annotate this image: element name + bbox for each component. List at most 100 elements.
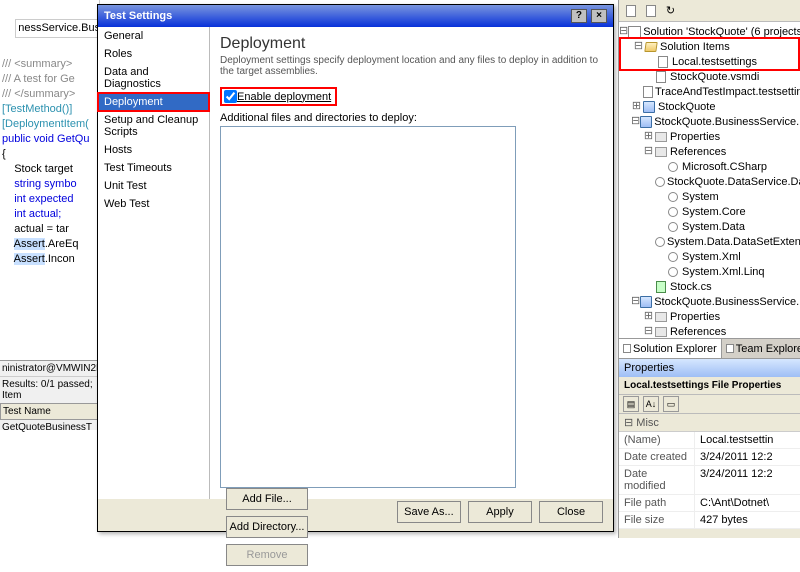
file-icon [654, 70, 668, 83]
property-row[interactable]: (Name)Local.testsettin [619, 432, 800, 449]
help-icon[interactable]: ? [571, 9, 587, 23]
local-testsettings-file[interactable]: Local.testsettings [621, 54, 798, 69]
tree-expander-icon[interactable]: ⊟ [619, 25, 628, 39]
tab-solution-explorer[interactable]: Solution Explorer [619, 339, 722, 358]
solution-items-folder[interactable]: ⊟Solution Items [621, 39, 798, 54]
references-node[interactable]: ⊟References [619, 144, 800, 159]
reference-system-xml[interactable]: System.Xml [619, 249, 800, 264]
save-as-button[interactable]: Save As... [397, 501, 461, 523]
cs-icon [654, 280, 668, 293]
dialog-titlebar[interactable]: Test Settings ? × [98, 5, 613, 27]
tree-expander-icon[interactable]: ⊟ [631, 295, 640, 309]
ref-item-icon [666, 205, 680, 218]
ref-icon [654, 310, 668, 323]
ref-icon [654, 130, 668, 143]
folder-open-icon [644, 40, 658, 53]
tree-expander-icon[interactable]: ⊟ [633, 40, 644, 54]
ref-item-icon [666, 160, 680, 173]
add-file-button[interactable]: Add File... [226, 488, 308, 510]
test-results-panel: ninistrator@VMWIN2K3DEV Results: 0/1 pas… [0, 360, 100, 430]
property-row[interactable]: Date created3/24/2011 12:2 [619, 449, 800, 466]
editor-tab[interactable]: nessService.Business.Test. [15, 19, 100, 38]
tree-expander-icon[interactable]: ⊞ [631, 100, 642, 114]
ref-item-icon [666, 220, 680, 233]
deploy-files-listbox[interactable] [220, 126, 516, 488]
tab-icon [623, 344, 631, 353]
ref-icon [654, 325, 668, 338]
property-key: File path [619, 495, 695, 511]
settings-category-setup-and-cleanup-scripts[interactable]: Setup and Cleanup Scripts [98, 111, 209, 141]
property-row[interactable]: File size427 bytes [619, 512, 800, 529]
property-key: File size [619, 512, 695, 528]
settings-category-web-test[interactable]: Web Test [98, 195, 209, 213]
reference-system-data[interactable]: System.Data [619, 219, 800, 234]
categorized-icon[interactable]: ▤ [623, 396, 639, 412]
apply-button[interactable]: Apply [468, 501, 532, 523]
property-category-misc[interactable]: ⊟ Misc [619, 414, 800, 432]
tree-expander-icon[interactable]: ⊞ [643, 310, 654, 324]
property-key: (Name) [619, 432, 695, 448]
settings-category-roles[interactable]: Roles [98, 45, 209, 63]
settings-category-general[interactable]: General [98, 27, 209, 45]
property-value[interactable]: Local.testsettin [695, 432, 800, 448]
property-value[interactable]: 3/24/2011 12:2 [695, 466, 800, 494]
reference-stockquote-dataservice-data[interactable]: StockQuote.DataService.Data [619, 174, 800, 189]
property-pages-icon[interactable]: ▭ [663, 396, 679, 412]
properties-node[interactable]: ⊞Properties [619, 129, 800, 144]
alphabetical-icon[interactable]: A↓ [643, 396, 659, 412]
reference-system-xml-linq[interactable]: System.Xml.Linq [619, 264, 800, 279]
settings-category-unit-test[interactable]: Unit Test [98, 177, 209, 195]
project-business-test[interactable]: ⊟StockQuote.BusinessService.Business.Tes… [619, 294, 800, 309]
property-row[interactable]: Date modified3/24/2011 12:2 [619, 466, 800, 495]
tree-expander-icon[interactable]: ⊟ [643, 325, 654, 339]
proj-icon [640, 295, 652, 308]
reference-system[interactable]: System [619, 189, 800, 204]
ref-item-icon [666, 265, 680, 278]
project-stockquote[interactable]: ⊞StockQuote [619, 99, 800, 114]
property-value[interactable]: C:\Ant\Dotnet\ [695, 495, 800, 511]
show-all-files-icon[interactable] [642, 2, 659, 19]
settings-category-test-timeouts[interactable]: Test Timeouts [98, 159, 209, 177]
close-icon[interactable]: × [591, 9, 607, 23]
ref-item-icon [655, 175, 665, 188]
proj-icon [640, 115, 652, 128]
solution-root[interactable]: ⊟Solution 'StockQuote' (6 projects) [619, 24, 800, 39]
explorer-tabs: Solution ExplorerTeam ExplorerServer Exp… [619, 338, 800, 358]
trace-testsettings-file[interactable]: TraceAndTestImpact.testsettings [619, 84, 800, 99]
tree-expander-icon[interactable]: ⊞ [643, 130, 654, 144]
vsmdi-file[interactable]: StockQuote.vsmdi [619, 69, 800, 84]
stock-cs-file[interactable]: Stock.cs [619, 279, 800, 294]
tree-expander-icon[interactable]: ⊟ [631, 115, 640, 129]
enable-deployment-checkbox[interactable] [224, 90, 237, 103]
reference-system-core[interactable]: System.Core [619, 204, 800, 219]
status-bar: ninistrator@VMWIN2K3DEV [0, 361, 100, 376]
settings-category-deployment[interactable]: Deployment [98, 93, 209, 111]
enable-deployment-label[interactable]: Enable deployment [237, 91, 331, 103]
tree-expander-icon[interactable]: ⊟ [643, 145, 654, 159]
properties-icon[interactable] [622, 2, 639, 19]
properties-node-test[interactable]: ⊞Properties [619, 309, 800, 324]
code-editor: nessService.Business.Test. /// <summary>… [0, 0, 100, 360]
tab-team-explorer[interactable]: Team Explorer [722, 339, 800, 358]
solution-tree[interactable]: ⊟Solution 'StockQuote' (6 projects)⊟Solu… [619, 22, 800, 338]
reference-microsoft-csharp[interactable]: Microsoft.CSharp [619, 159, 800, 174]
ref-item-icon [655, 235, 665, 248]
references-node-test[interactable]: ⊟References [619, 324, 800, 338]
property-key: Date created [619, 449, 695, 465]
property-value[interactable]: 427 bytes [695, 512, 800, 528]
property-value[interactable]: 3/24/2011 12:2 [695, 449, 800, 465]
settings-category-data-and-diagnostics[interactable]: Data and Diagnostics [98, 63, 209, 93]
property-row[interactable]: File pathC:\Ant\Dotnet\ [619, 495, 800, 512]
refresh-icon[interactable]: ↻ [662, 2, 679, 19]
project-business[interactable]: ⊟StockQuote.BusinessService.Business [619, 114, 800, 129]
results-header-testname[interactable]: Test Name [0, 403, 100, 420]
remove-button[interactable]: Remove [226, 544, 308, 566]
reference-system-data-datasetextensions[interactable]: System.Data.DataSetExtensions [619, 234, 800, 249]
proj-icon [642, 100, 656, 113]
settings-category-hosts[interactable]: Hosts [98, 141, 209, 159]
add-directory-button[interactable]: Add Directory... [226, 516, 308, 538]
close-button[interactable]: Close [539, 501, 603, 523]
results-summary: Results: 0/1 passed; Item [0, 376, 100, 403]
results-row[interactable]: GetQuoteBusinessT [0, 420, 100, 435]
settings-category-list: GeneralRolesData and DiagnosticsDeployme… [98, 27, 210, 499]
